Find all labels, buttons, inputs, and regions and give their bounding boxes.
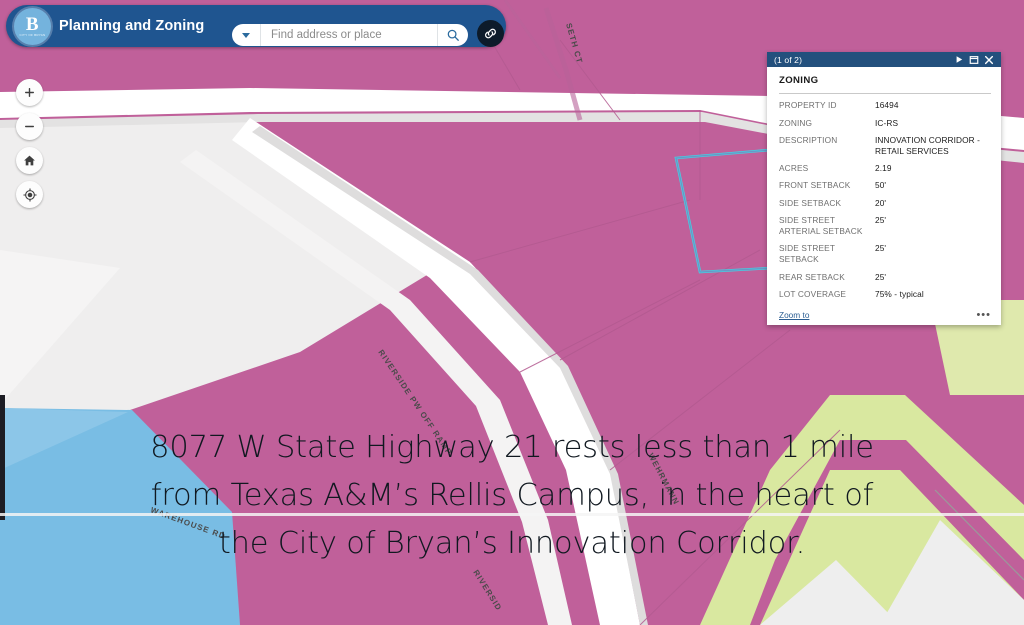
attribute-value: IC-RS [875, 117, 899, 128]
popup-titlebar: (1 of 2) [767, 52, 1001, 67]
table-row: LOT COVERAGE 75% - typical [779, 286, 991, 303]
table-row: PROPERTY ID 16494 [779, 97, 991, 114]
attribute-value: 2.19 [875, 163, 892, 174]
feature-popup: (1 of 2) ZONING PROPERTY ID 16494 ZONING… [767, 52, 1001, 325]
table-row: ACRES 2.19 [779, 160, 991, 177]
attribute-label: REAR SETBACK [779, 271, 845, 282]
search-bar[interactable] [232, 24, 468, 46]
popup-footer: Zoom to ••• [767, 306, 1001, 325]
chevron-down-icon [242, 32, 250, 38]
maximize-icon [969, 55, 978, 64]
attribute-value: 16494 [875, 100, 899, 111]
zoom-to-link[interactable]: Zoom to [779, 310, 809, 320]
attribute-label: ZONING [779, 117, 813, 128]
zoom-out-button[interactable] [16, 113, 43, 140]
table-row: ZONING IC-RS [779, 114, 991, 131]
search-button[interactable] [437, 24, 468, 46]
minus-icon [25, 125, 34, 128]
search-input[interactable] [261, 29, 437, 41]
home-button[interactable] [16, 147, 43, 174]
table-row: DESCRIPTION INNOVATION CORRIDOR - RETAIL… [779, 132, 991, 160]
popup-heading: ZONING [779, 75, 991, 94]
attribute-value: 25' [875, 215, 887, 225]
search-icon [447, 29, 459, 41]
popup-feature-counter: (1 of 2) [774, 54, 803, 65]
app-header-bar: B CITY OF BRYAN Planning and Zoning [6, 5, 506, 47]
attribute-value: 25' [875, 243, 887, 254]
attribute-table-body: PROPERTY ID 16494 ZONING IC-RS DESCRIPTI… [779, 97, 991, 303]
link-icon [485, 28, 496, 39]
popup-next-button[interactable] [951, 53, 966, 67]
attribute-value: 75% - typical [875, 288, 924, 299]
table-row: SIDE STREET SETBACK 25' [779, 240, 991, 268]
locate-button[interactable] [16, 181, 43, 208]
attribute-label: SIDE STREET ARTERIAL SETBACK [779, 215, 863, 236]
city-of-bryan-logo[interactable]: B CITY OF BRYAN [14, 8, 51, 45]
table-row: SIDE SETBACK 20' [779, 195, 991, 212]
popup-body: ZONING PROPERTY ID 16494 ZONING IC-RS DE… [767, 67, 1001, 307]
popup-maximize-button[interactable] [966, 53, 981, 67]
close-icon [984, 55, 993, 64]
home-icon [24, 155, 35, 166]
attribute-table: PROPERTY ID 16494 ZONING IC-RS DESCRIPTI… [779, 97, 991, 303]
attribute-value: 20' [875, 197, 887, 208]
table-row: REAR SETBACK 25' [779, 268, 991, 285]
attribute-label: DESCRIPTION [779, 134, 838, 145]
attribute-label: ACRES [779, 163, 809, 174]
plus-icon [25, 88, 34, 97]
share-link-button[interactable] [477, 20, 504, 47]
planning-zoning-map-app: SETH CT RIVERSIDE PW OFF RAMP WEHRMANN W… [0, 0, 1024, 625]
page-title: Planning and Zoning [59, 18, 205, 34]
attribute-value: INNOVATION CORRIDOR - RETAIL SERVICES [875, 134, 981, 156]
attribute-label: SIDE STREET SETBACK [779, 243, 835, 265]
horizontal-edge-line [0, 513, 1024, 516]
popup-close-button[interactable] [981, 53, 996, 67]
attribute-label: FRONT SETBACK [779, 180, 851, 191]
attribute-label: LOT COVERAGE [779, 288, 847, 299]
attribute-label: PROPERTY ID [779, 100, 837, 111]
table-row: SIDE STREET ARTERIAL SETBACK 25' [779, 212, 991, 240]
zoom-in-button[interactable] [16, 79, 43, 106]
attribute-value: 50' [875, 180, 887, 191]
popup-more-actions-button[interactable]: ••• [976, 309, 991, 320]
search-source-dropdown[interactable] [232, 24, 261, 46]
attribute-label: SIDE SETBACK [779, 197, 842, 208]
next-arrow-icon [956, 56, 962, 63]
locate-icon [22, 187, 37, 202]
map-tool-buttons [16, 79, 43, 208]
logo-letter: B [25, 13, 40, 35]
attribute-value: 25' [875, 271, 887, 282]
left-edge-strip [0, 395, 5, 520]
table-row: FRONT SETBACK 50' [779, 177, 991, 194]
logo-subtext: CITY OF BRYAN [19, 32, 46, 37]
